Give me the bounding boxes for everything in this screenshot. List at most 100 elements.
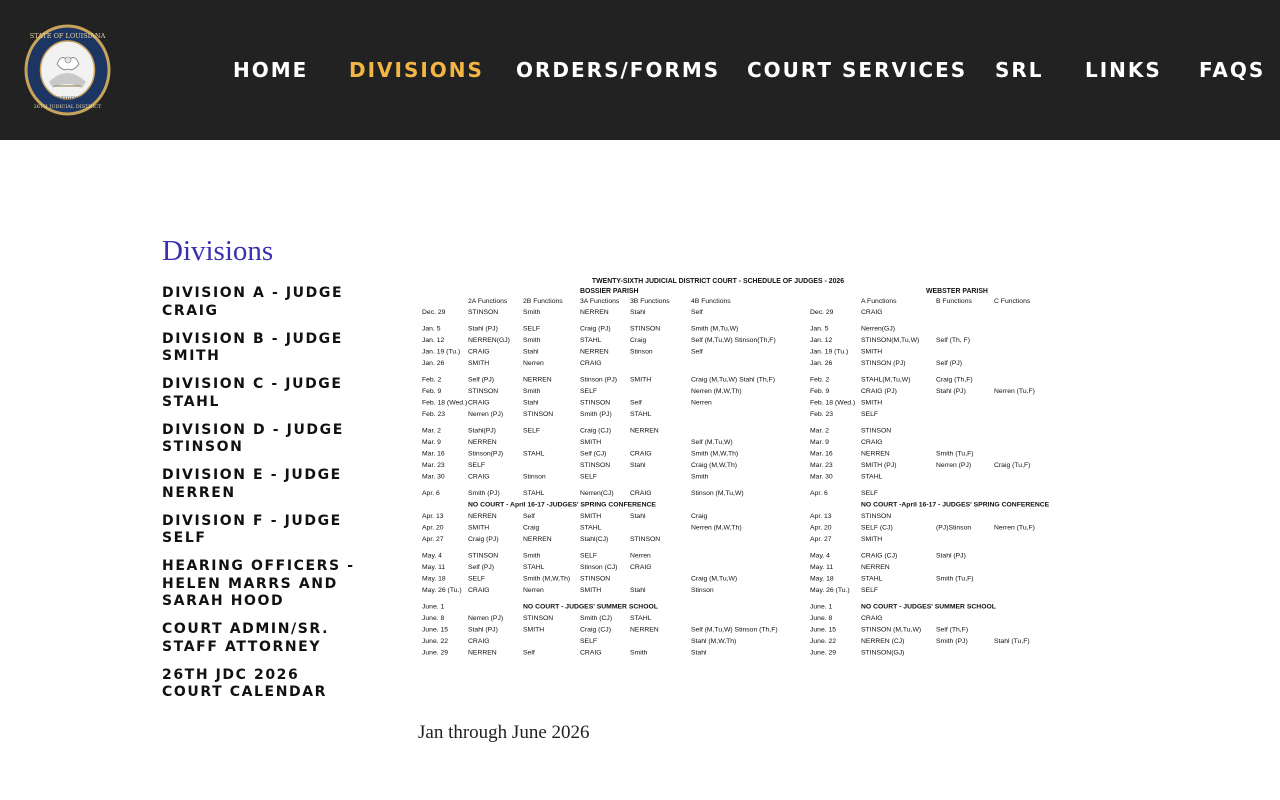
webster-date: May. 4 bbox=[810, 553, 830, 560]
sidebar-item-division-b[interactable]: DIVISION B - JUDGE SMITH bbox=[162, 331, 362, 366]
webster-date: June. 29 bbox=[810, 650, 836, 657]
bossier-cell: SELF bbox=[523, 428, 540, 435]
bossier-cell: SMITH bbox=[630, 377, 651, 384]
webster-date: June. 8 bbox=[810, 615, 833, 622]
nav-court-services[interactable]: COURT SERVICES bbox=[747, 58, 967, 82]
webster-no-court-note: NO COURT -April 16-17 - JUDGES' SPRING C… bbox=[861, 502, 1050, 509]
bossier-cell: Self bbox=[691, 349, 703, 356]
bossier-cell: Stinson(PJ) bbox=[468, 451, 503, 458]
bossier-cell: Nerren (M,W,Th) bbox=[691, 388, 742, 395]
sidebar-item-division-a[interactable]: DIVISION A - JUDGE CRAIG bbox=[162, 285, 362, 320]
bossier-date: May. 18 bbox=[422, 576, 446, 583]
bossier-cell: CRAIG bbox=[630, 490, 652, 497]
bossier-cell: Smith (PJ) bbox=[468, 490, 500, 497]
bossier-cell: NERREN bbox=[523, 377, 552, 384]
bossier-cell: Smith bbox=[630, 650, 648, 657]
sidebar-item-division-d[interactable]: DIVISION D - JUDGE STINSON bbox=[162, 422, 362, 457]
webster-date: Jan. 12 bbox=[810, 337, 833, 344]
webster-cell: SMITH bbox=[861, 400, 882, 407]
bossier-date: Feb. 2 bbox=[422, 377, 441, 384]
svg-text:CONFIDENCE: CONFIDENCE bbox=[51, 96, 85, 102]
bossier-cell: STINSON bbox=[580, 400, 610, 407]
bossier-cell: CRAIG bbox=[468, 474, 490, 481]
bossier-cell: Self (PJ) bbox=[468, 377, 494, 384]
nav-home[interactable]: HOME bbox=[233, 58, 308, 82]
bossier-cell: STAHL bbox=[523, 490, 545, 497]
webster-cell: STINSON bbox=[861, 513, 891, 520]
bossier-cell: Stahl (PJ) bbox=[468, 627, 498, 634]
nav-faqs[interactable]: FAQS bbox=[1199, 58, 1265, 82]
webster-cell: CRAIG (CJ) bbox=[861, 553, 897, 560]
webster-column-header: C Functions bbox=[994, 298, 1031, 305]
bossier-cell: Smith bbox=[523, 337, 541, 344]
webster-cell: Smith (Tu,F) bbox=[936, 451, 974, 458]
bossier-date: June. 1 bbox=[422, 604, 445, 611]
bossier-cell: STINSON bbox=[523, 615, 553, 622]
bossier-cell: SMITH bbox=[468, 360, 489, 367]
webster-date: June. 15 bbox=[810, 627, 836, 634]
bossier-cell: SMITH bbox=[580, 587, 601, 594]
webster-cell: Nerren(GJ) bbox=[861, 326, 895, 333]
bossier-date: Jan. 26 bbox=[422, 360, 445, 367]
bossier-column-header: 4B Functions bbox=[691, 298, 731, 305]
webster-cell: STAHL bbox=[861, 474, 883, 481]
webster-date: Mar. 16 bbox=[810, 451, 833, 458]
webster-column-header: B Functions bbox=[936, 298, 972, 305]
bossier-cell: Stinson (PJ) bbox=[580, 377, 617, 384]
bossier-date: Apr. 13 bbox=[422, 513, 444, 520]
bossier-cell: NERREN bbox=[468, 513, 497, 520]
sidebar-item-division-e[interactable]: DIVISION E - JUDGE NERREN bbox=[162, 467, 362, 502]
bossier-cell: STINSON bbox=[630, 536, 660, 543]
webster-cell: CRAIG bbox=[861, 615, 883, 622]
bossier-cell: Smith (PJ) bbox=[580, 411, 612, 418]
webster-date: Feb. 9 bbox=[810, 388, 829, 395]
bossier-cell: Self (M,Tu,W) Stinson(Th,F) bbox=[691, 337, 776, 344]
bossier-cell: Nerren bbox=[691, 400, 712, 407]
sidebar-item-court-admin[interactable]: COURT ADMIN/SR. STAFF ATTORNEY bbox=[162, 621, 362, 656]
webster-cell: Self (Th,F) bbox=[936, 627, 968, 634]
bossier-cell: NERREN(GJ) bbox=[468, 337, 510, 344]
nav-srl[interactable]: SRL bbox=[995, 58, 1044, 82]
nav-orders-forms[interactable]: ORDERS/FORMS bbox=[516, 58, 720, 82]
bossier-date: Apr. 20 bbox=[422, 525, 444, 532]
webster-cell: SELF bbox=[861, 411, 878, 418]
bossier-cell: Stinson (CJ) bbox=[580, 564, 617, 571]
sidebar-item-hearing-officers[interactable]: HEARING OFFICERS - HELEN MARRS AND SARAH… bbox=[162, 558, 362, 611]
bossier-cell: NERREN bbox=[580, 349, 609, 356]
bossier-cell: Smith (M,W,Th) bbox=[523, 576, 570, 583]
bossier-cell: CRAIG bbox=[630, 564, 652, 571]
webster-date: Apr. 13 bbox=[810, 513, 832, 520]
bossier-cell: Stahl(PJ) bbox=[468, 428, 496, 435]
bossier-cell: Craig (CJ) bbox=[580, 627, 611, 634]
sidebar-item-division-f[interactable]: DIVISION F - JUDGE SELF bbox=[162, 513, 362, 548]
bossier-cell: SELF bbox=[580, 388, 597, 395]
bossier-cell: SMITH bbox=[580, 513, 601, 520]
bossier-cell: SMITH bbox=[468, 525, 489, 532]
bossier-column-header: 3A Functions bbox=[580, 298, 620, 305]
webster-cell: STINSON(M,Tu,W) bbox=[861, 337, 919, 344]
state-seal-icon[interactable]: STATE OF LOUISIANA 26TH JUDICIAL DISTRIC… bbox=[24, 24, 111, 116]
bossier-cell: Craig (M,Tu,W) Stahl (Th,F) bbox=[691, 377, 775, 384]
webster-cell: Self (Th, F) bbox=[936, 337, 970, 344]
webster-date: Mar. 9 bbox=[810, 439, 829, 446]
bossier-cell: NERREN bbox=[630, 627, 659, 634]
nav-divisions[interactable]: DIVISIONS bbox=[349, 58, 484, 82]
page-title: Divisions bbox=[162, 235, 274, 267]
bossier-date: Jan. 12 bbox=[422, 337, 445, 344]
bossier-cell: Nerren bbox=[523, 360, 544, 367]
webster-cell: SELF (CJ) bbox=[861, 525, 893, 532]
sidebar-item-division-c[interactable]: DIVISION C - JUDGE STAHL bbox=[162, 376, 362, 411]
bossier-cell: SELF bbox=[580, 638, 597, 645]
webster-cell: Stahl (PJ) bbox=[936, 553, 966, 560]
bossier-cell: Nerren (M,W,Th) bbox=[691, 525, 742, 532]
webster-cell: SELF bbox=[861, 587, 878, 594]
bossier-cell: Craig (M,W,Th) bbox=[691, 462, 737, 469]
bossier-cell: SMITH bbox=[523, 627, 544, 634]
bossier-cell: CRAIG bbox=[468, 400, 490, 407]
bossier-cell: SELF bbox=[523, 326, 540, 333]
schedule-caption: Jan through June 2026 bbox=[418, 722, 590, 743]
sidebar-item-court-calendar[interactable]: 26TH JDC 2026 COURT CALENDAR bbox=[162, 667, 362, 702]
bossier-cell: Stahl(CJ) bbox=[580, 536, 608, 543]
webster-cell: Stahl (PJ) bbox=[936, 388, 966, 395]
nav-links[interactable]: LINKS bbox=[1085, 58, 1162, 82]
